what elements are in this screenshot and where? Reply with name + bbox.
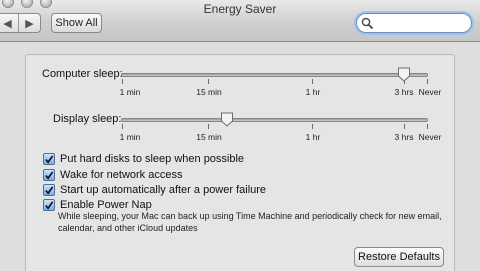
wake-network-checkbox[interactable] [43,169,55,181]
wake-network-option[interactable]: Wake for network access [43,169,182,181]
computer-sleep-thumb[interactable] [398,67,411,82]
checkmark-icon [45,185,54,195]
checkmark-icon [45,200,54,210]
computer-sleep-tick [208,79,209,84]
auto-startup-label: Start up automatically after a power fai… [60,184,267,196]
display-sleep-tick [404,124,405,129]
computer-sleep-tick-label: 3 hrs [394,87,414,97]
checkmark-icon [45,154,54,164]
computer-sleep-tick [312,79,313,84]
computer-sleep-tick-label: 1 hr [305,87,321,97]
computer-sleep-label: Computer sleep: [42,68,123,80]
wake-network-label: Wake for network access [60,169,183,181]
computer-sleep-tick-label: Never [418,87,442,97]
auto-startup-checkbox[interactable] [43,184,55,196]
computer-sleep-tick [122,79,123,84]
back-button[interactable]: ◀ [0,14,18,32]
display-sleep-thumb[interactable] [221,112,234,127]
display-sleep-tick [312,124,313,129]
restore-defaults-button[interactable]: Restore Defaults [354,247,444,267]
checkmark-icon [45,170,54,180]
hard-disk-sleep-label: Put hard disks to sleep when possible [60,153,245,165]
computer-sleep-tick-label: 1 min [119,87,141,97]
hard-disk-sleep-option[interactable]: Put hard disks to sleep when possible [43,153,244,165]
computer-sleep-tick [427,79,428,84]
search-icon [361,17,373,29]
search-field[interactable] [356,13,472,33]
power-nap-checkbox[interactable] [43,199,55,211]
display-sleep-tick [208,124,209,129]
display-sleep-tick-label: Never [418,132,442,142]
nav-button-group: ◀ ▶ [0,13,41,33]
display-sleep-tick-label: 3 hrs [394,132,414,142]
computer-sleep-track[interactable] [121,73,428,77]
show-all-button[interactable]: Show All [51,13,102,33]
display-sleep-tick-label: 1 min [119,132,141,142]
auto-startup-option[interactable]: Start up automatically after a power fai… [43,184,266,196]
display-sleep-label: Display sleep: [53,113,122,125]
hard-disk-sleep-checkbox[interactable] [43,153,55,165]
power-nap-description: While sleeping, your Mac can back up usi… [58,211,442,233]
display-sleep-tick [122,124,123,129]
forward-button[interactable]: ▶ [18,14,40,32]
energy-saver-panel: Computer sleep: 1 min 15 min 1 hr 3 hrs … [25,54,455,271]
display-sleep-tick-label: 1 hr [305,132,321,142]
display-sleep-tick-label: 15 min [196,132,222,142]
computer-sleep-tick-label: 15 min [196,87,222,97]
window-toolbar: Energy Saver ◀ ▶ Show All [0,0,480,42]
search-input[interactable] [376,17,471,29]
display-sleep-tick [427,124,428,129]
display-sleep-track[interactable] [121,118,428,122]
